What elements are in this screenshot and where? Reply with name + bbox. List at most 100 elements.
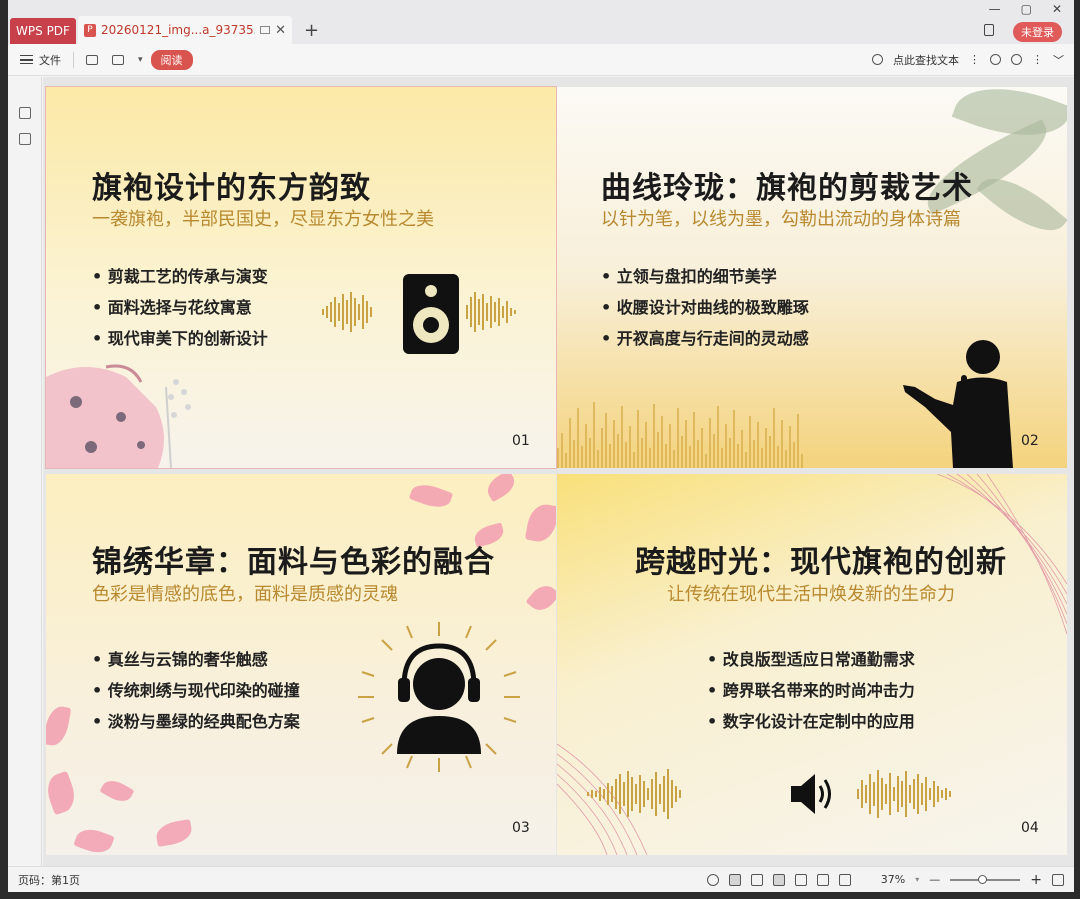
sound-wave-right xyxy=(466,292,518,332)
search-icon[interactable] xyxy=(872,54,883,65)
file-menu[interactable]: 文件 xyxy=(20,52,61,68)
petal-decoration xyxy=(483,474,519,503)
sound-wave-bottom xyxy=(557,398,805,468)
petal-decoration xyxy=(408,479,454,513)
open-folder-icon[interactable] xyxy=(86,54,98,65)
close-window-button[interactable]: ✕ xyxy=(1052,2,1062,16)
slide-4[interactable]: 跨越时光：现代旗袍的创新 让传统在现代生活中焕发新的生命力 改良版型适应日常通勤… xyxy=(557,474,1067,855)
zoom-slider-knob[interactable] xyxy=(978,874,988,884)
zoom-in-button[interactable]: + xyxy=(1030,872,1042,888)
slide-2[interactable]: 曲线玲珑：旗袍的剪裁艺术 以针为笔，以线为墨，勾勒出流动的身体诗篇 立领与盘扣的… xyxy=(557,87,1067,468)
list-item: 收腰设计对曲线的极致雕琢 xyxy=(601,294,809,325)
more-options-icon[interactable]: ⋮ xyxy=(1032,53,1043,66)
minimize-button[interactable]: — xyxy=(989,2,1001,16)
petal-decoration xyxy=(524,501,556,545)
list-item: 淡粉与墨绿的经典配色方案 xyxy=(92,708,300,739)
document-canvas: 旗袍设计的东方韵致 一袭旗袍，半部民国史，尽显东方女性之美 剪裁工艺的传承与演变… xyxy=(43,77,1074,866)
single-page-icon[interactable] xyxy=(750,873,763,886)
find-text-button[interactable]: 点此查找文本 xyxy=(893,52,959,68)
list-item: 剪裁工艺的传承与演变 xyxy=(92,263,268,294)
slide-title: 锦绣华章：面料与色彩的融合 xyxy=(92,545,495,580)
slide-title: 曲线玲珑：旗袍的剪裁艺术 xyxy=(601,171,973,206)
window-controls: — ▢ ✕ xyxy=(989,2,1062,16)
more-options-icon[interactable]: ⋮ xyxy=(969,53,980,66)
pdf-file-icon: P xyxy=(84,23,96,37)
title-bar: WPS PDF P 20260121_img...a_937355.pdf ✕ … xyxy=(8,0,1074,44)
zoom-out-button[interactable]: — xyxy=(929,873,940,886)
device-icon[interactable] xyxy=(984,24,994,36)
list-item: 现代审美下的创新设计 xyxy=(92,325,268,356)
bullet-list: 剪裁工艺的传承与演变 面料选择与花纹寓意 现代审美下的创新设计 xyxy=(92,263,268,356)
list-item: 数字化设计在定制中的应用 xyxy=(707,708,915,739)
gear-icon[interactable] xyxy=(1011,54,1022,65)
bullet-list: 立领与盘扣的细节美学 收腰设计对曲线的极致雕琢 开衩高度与行走间的灵动感 xyxy=(601,263,809,356)
fullscreen-icon[interactable] xyxy=(1052,873,1064,886)
list-item: 真丝与云锦的奢华触感 xyxy=(92,646,300,677)
petal-decoration xyxy=(99,775,135,807)
comment-icon[interactable] xyxy=(990,54,1001,65)
maximize-button[interactable]: ▢ xyxy=(1021,2,1032,16)
continuous-view-icon[interactable] xyxy=(728,873,741,886)
list-item: 跨界联名带来的时尚冲击力 xyxy=(707,677,915,708)
print-icon[interactable] xyxy=(112,54,124,65)
toolbar-divider xyxy=(73,51,74,68)
file-menu-label: 文件 xyxy=(39,53,61,67)
actual-size-icon[interactable] xyxy=(838,873,851,886)
petal-decoration xyxy=(525,580,556,616)
list-item: 面料选择与花纹寓意 xyxy=(92,294,268,325)
monitor-icon[interactable] xyxy=(260,26,271,34)
slide-subtitle: 以针为笔，以线为墨，勾勒出流动的身体诗篇 xyxy=(601,209,961,230)
list-item: 开衩高度与行走间的灵动感 xyxy=(601,325,809,356)
headphones-user-icon xyxy=(358,622,520,772)
petal-decoration xyxy=(154,819,194,847)
left-sidebar xyxy=(8,77,42,866)
fit-page-icon[interactable] xyxy=(816,873,829,886)
outline-icon[interactable] xyxy=(18,107,31,119)
zoom-level[interactable]: 37% xyxy=(881,873,905,886)
slide-title: 旗袍设计的东方韵致 xyxy=(92,171,371,206)
dropdown-chevron-icon[interactable]: ▾ xyxy=(138,55,143,65)
slide-3[interactable]: 锦绣华章：面料与色彩的融合 色彩是情感的底色，面料是质感的灵魂 真丝与云锦的奢华… xyxy=(46,474,556,855)
bullet-list: 改良版型适应日常通勤需求 跨界联名带来的时尚冲击力 数字化设计在定制中的应用 xyxy=(707,646,915,739)
read-mode-button[interactable]: 阅读 xyxy=(150,49,193,70)
zoom-slider[interactable] xyxy=(950,874,1021,884)
list-item: 立领与盘扣的细节美学 xyxy=(601,263,809,294)
double-page-icon[interactable] xyxy=(772,873,785,886)
close-tab-icon[interactable]: ✕ xyxy=(275,23,286,38)
page-number: 04 xyxy=(1021,820,1039,836)
status-bar: 页码：第1页 37% ▾ — + xyxy=(8,866,1074,892)
list-item: 改良版型适应日常通勤需求 xyxy=(707,646,915,677)
toolbar: 文件 ▾ 阅读 点此查找文本 ⋮ ⋮ ﹀ xyxy=(8,44,1074,76)
sound-wave-left xyxy=(587,769,683,819)
qipao-floral-decoration xyxy=(46,364,191,468)
tab-document-label: 20260121_img...a_937355.pdf xyxy=(101,23,255,37)
slide-subtitle: 色彩是情感的底色，面料是质感的灵魂 xyxy=(92,584,398,605)
sound-wave-left xyxy=(322,292,374,332)
slide-title: 跨越时光：现代旗袍的创新 xyxy=(635,545,1007,580)
fit-width-icon[interactable] xyxy=(794,873,807,886)
slide-subtitle: 一袭旗袍，半部民国史，尽显东方女性之美 xyxy=(92,209,434,230)
eye-icon[interactable] xyxy=(706,873,719,886)
tab-wps-pdf[interactable]: WPS PDF xyxy=(10,18,76,44)
petal-decoration xyxy=(46,770,80,816)
menu-icon xyxy=(20,55,33,64)
tab-document[interactable]: P 20260121_img...a_937355.pdf ✕ xyxy=(78,16,292,44)
petal-decoration xyxy=(73,824,115,855)
volume-icon xyxy=(791,774,831,814)
list-item: 传统刺绣与现代印染的碰撞 xyxy=(92,677,300,708)
bullet-list: 真丝与云锦的奢华触感 传统刺绣与现代印染的碰撞 淡粉与墨绿的经典配色方案 xyxy=(92,646,300,739)
toolbar-right: 点此查找文本 ⋮ ⋮ ﹀ xyxy=(872,52,1064,68)
status-controls: 37% ▾ — + xyxy=(706,872,1064,888)
page-number: 01 xyxy=(512,433,530,449)
slide-1[interactable]: 旗袍设计的东方韵致 一袭旗袍，半部民国史，尽显东方女性之美 剪裁工艺的传承与演变… xyxy=(45,86,557,469)
thumbnail-icon[interactable] xyxy=(18,133,31,145)
collapse-chevron-icon[interactable]: ﹀ xyxy=(1053,52,1064,68)
slide-subtitle: 让传统在现代生活中焕发新的生命力 xyxy=(667,584,955,605)
zoom-dropdown-icon[interactable]: ▾ xyxy=(915,875,919,884)
speaker-icon xyxy=(403,274,459,354)
app-window: WPS PDF P 20260121_img...a_937355.pdf ✕ … xyxy=(8,0,1074,892)
new-tab-button[interactable]: + xyxy=(304,20,319,41)
login-button[interactable]: 未登录 xyxy=(1013,22,1062,42)
page-number: 03 xyxy=(512,820,530,836)
page-number: 02 xyxy=(1021,433,1039,449)
